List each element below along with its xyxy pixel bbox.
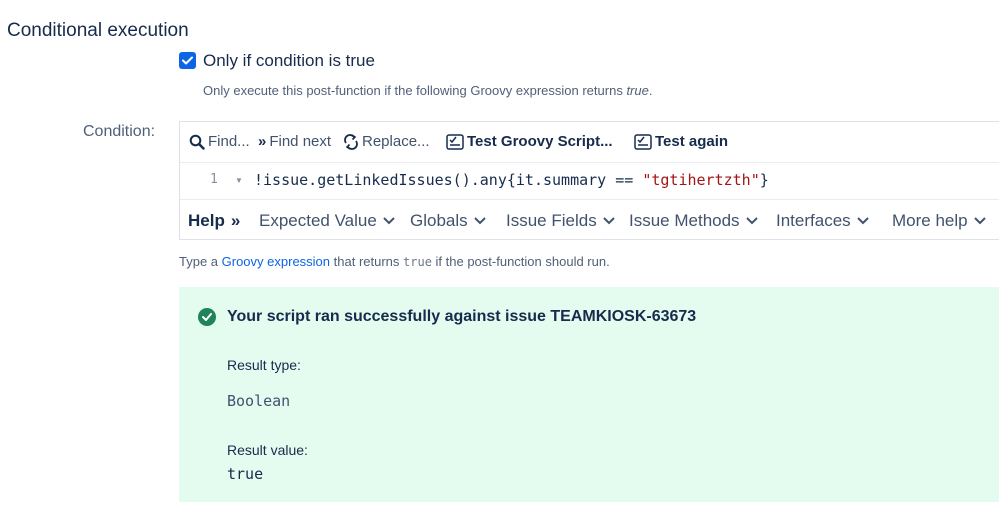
help-menu-issue-methods[interactable]: Issue Methods — [629, 211, 758, 231]
editor-toolbar: Find... » Find next Replace... Test Groo… — [180, 122, 999, 162]
code-editor[interactable]: Find... » Find next Replace... Test Groo… — [179, 121, 999, 240]
result-panel: Your script ran successfully against iss… — [179, 287, 999, 502]
help-menu-interfaces[interactable]: Interfaces — [776, 211, 869, 231]
result-title: Your script ran successfully against iss… — [227, 308, 697, 325]
chevron-down-icon — [473, 217, 486, 225]
result-type-value: Boolean — [227, 392, 291, 410]
chevron-down-icon — [973, 217, 986, 225]
result-value: true — [227, 465, 264, 483]
code-line[interactable]: 1 ▼ !issue.getLinkedIssues().any{it.summ… — [180, 162, 999, 200]
condition-checkbox[interactable] — [179, 52, 196, 69]
fold-arrow-icon[interactable]: ▼ — [235, 176, 243, 185]
find-next-button[interactable]: » Find next — [258, 133, 331, 150]
condition-hint: Type a Groovy expression that returns tr… — [179, 254, 610, 269]
help-label: Help » — [188, 211, 241, 230]
option-description: Only execute this post-function if the f… — [203, 83, 653, 98]
groovy-expression-link[interactable]: Groovy expression — [222, 254, 330, 269]
help-menu-expected-value[interactable]: Expected Value — [259, 211, 395, 231]
chevron-down-icon — [856, 217, 869, 225]
help-bar: Help » Expected Value Globals Issue Fiel… — [180, 199, 999, 240]
code-text[interactable]: !issue.getLinkedIssues().any{it.summary … — [254, 171, 769, 189]
test-again-button[interactable]: Test again — [634, 133, 728, 150]
result-type-label: Result type: — [227, 357, 301, 373]
double-chevron-right-icon: » — [230, 211, 241, 230]
test-again-icon — [634, 133, 652, 150]
checkmark-icon — [182, 56, 193, 65]
success-check-icon — [198, 308, 216, 326]
chevron-down-icon — [602, 217, 615, 225]
result-value-label: Result value: — [227, 442, 308, 458]
chevron-down-icon — [745, 217, 758, 225]
test-script-icon — [446, 133, 464, 150]
section-title: Conditional execution — [7, 20, 189, 41]
help-menu-globals[interactable]: Globals — [410, 211, 486, 231]
help-menu-more-help[interactable]: More help — [892, 211, 986, 231]
double-chevron-right-icon: » — [258, 133, 267, 150]
replace-button[interactable]: Replace... — [343, 133, 430, 150]
chevron-down-icon — [383, 217, 395, 225]
replace-arrows-icon — [344, 133, 358, 150]
search-icon — [189, 134, 205, 150]
line-number: 1 — [210, 172, 218, 187]
checkbox-label[interactable]: Only if condition is true — [203, 51, 375, 71]
find-button[interactable]: Find... — [189, 133, 250, 150]
help-menu-issue-fields[interactable]: Issue Fields — [506, 211, 615, 231]
condition-label: Condition: — [83, 123, 156, 140]
test-groovy-script-button[interactable]: Test Groovy Script... — [446, 133, 613, 150]
